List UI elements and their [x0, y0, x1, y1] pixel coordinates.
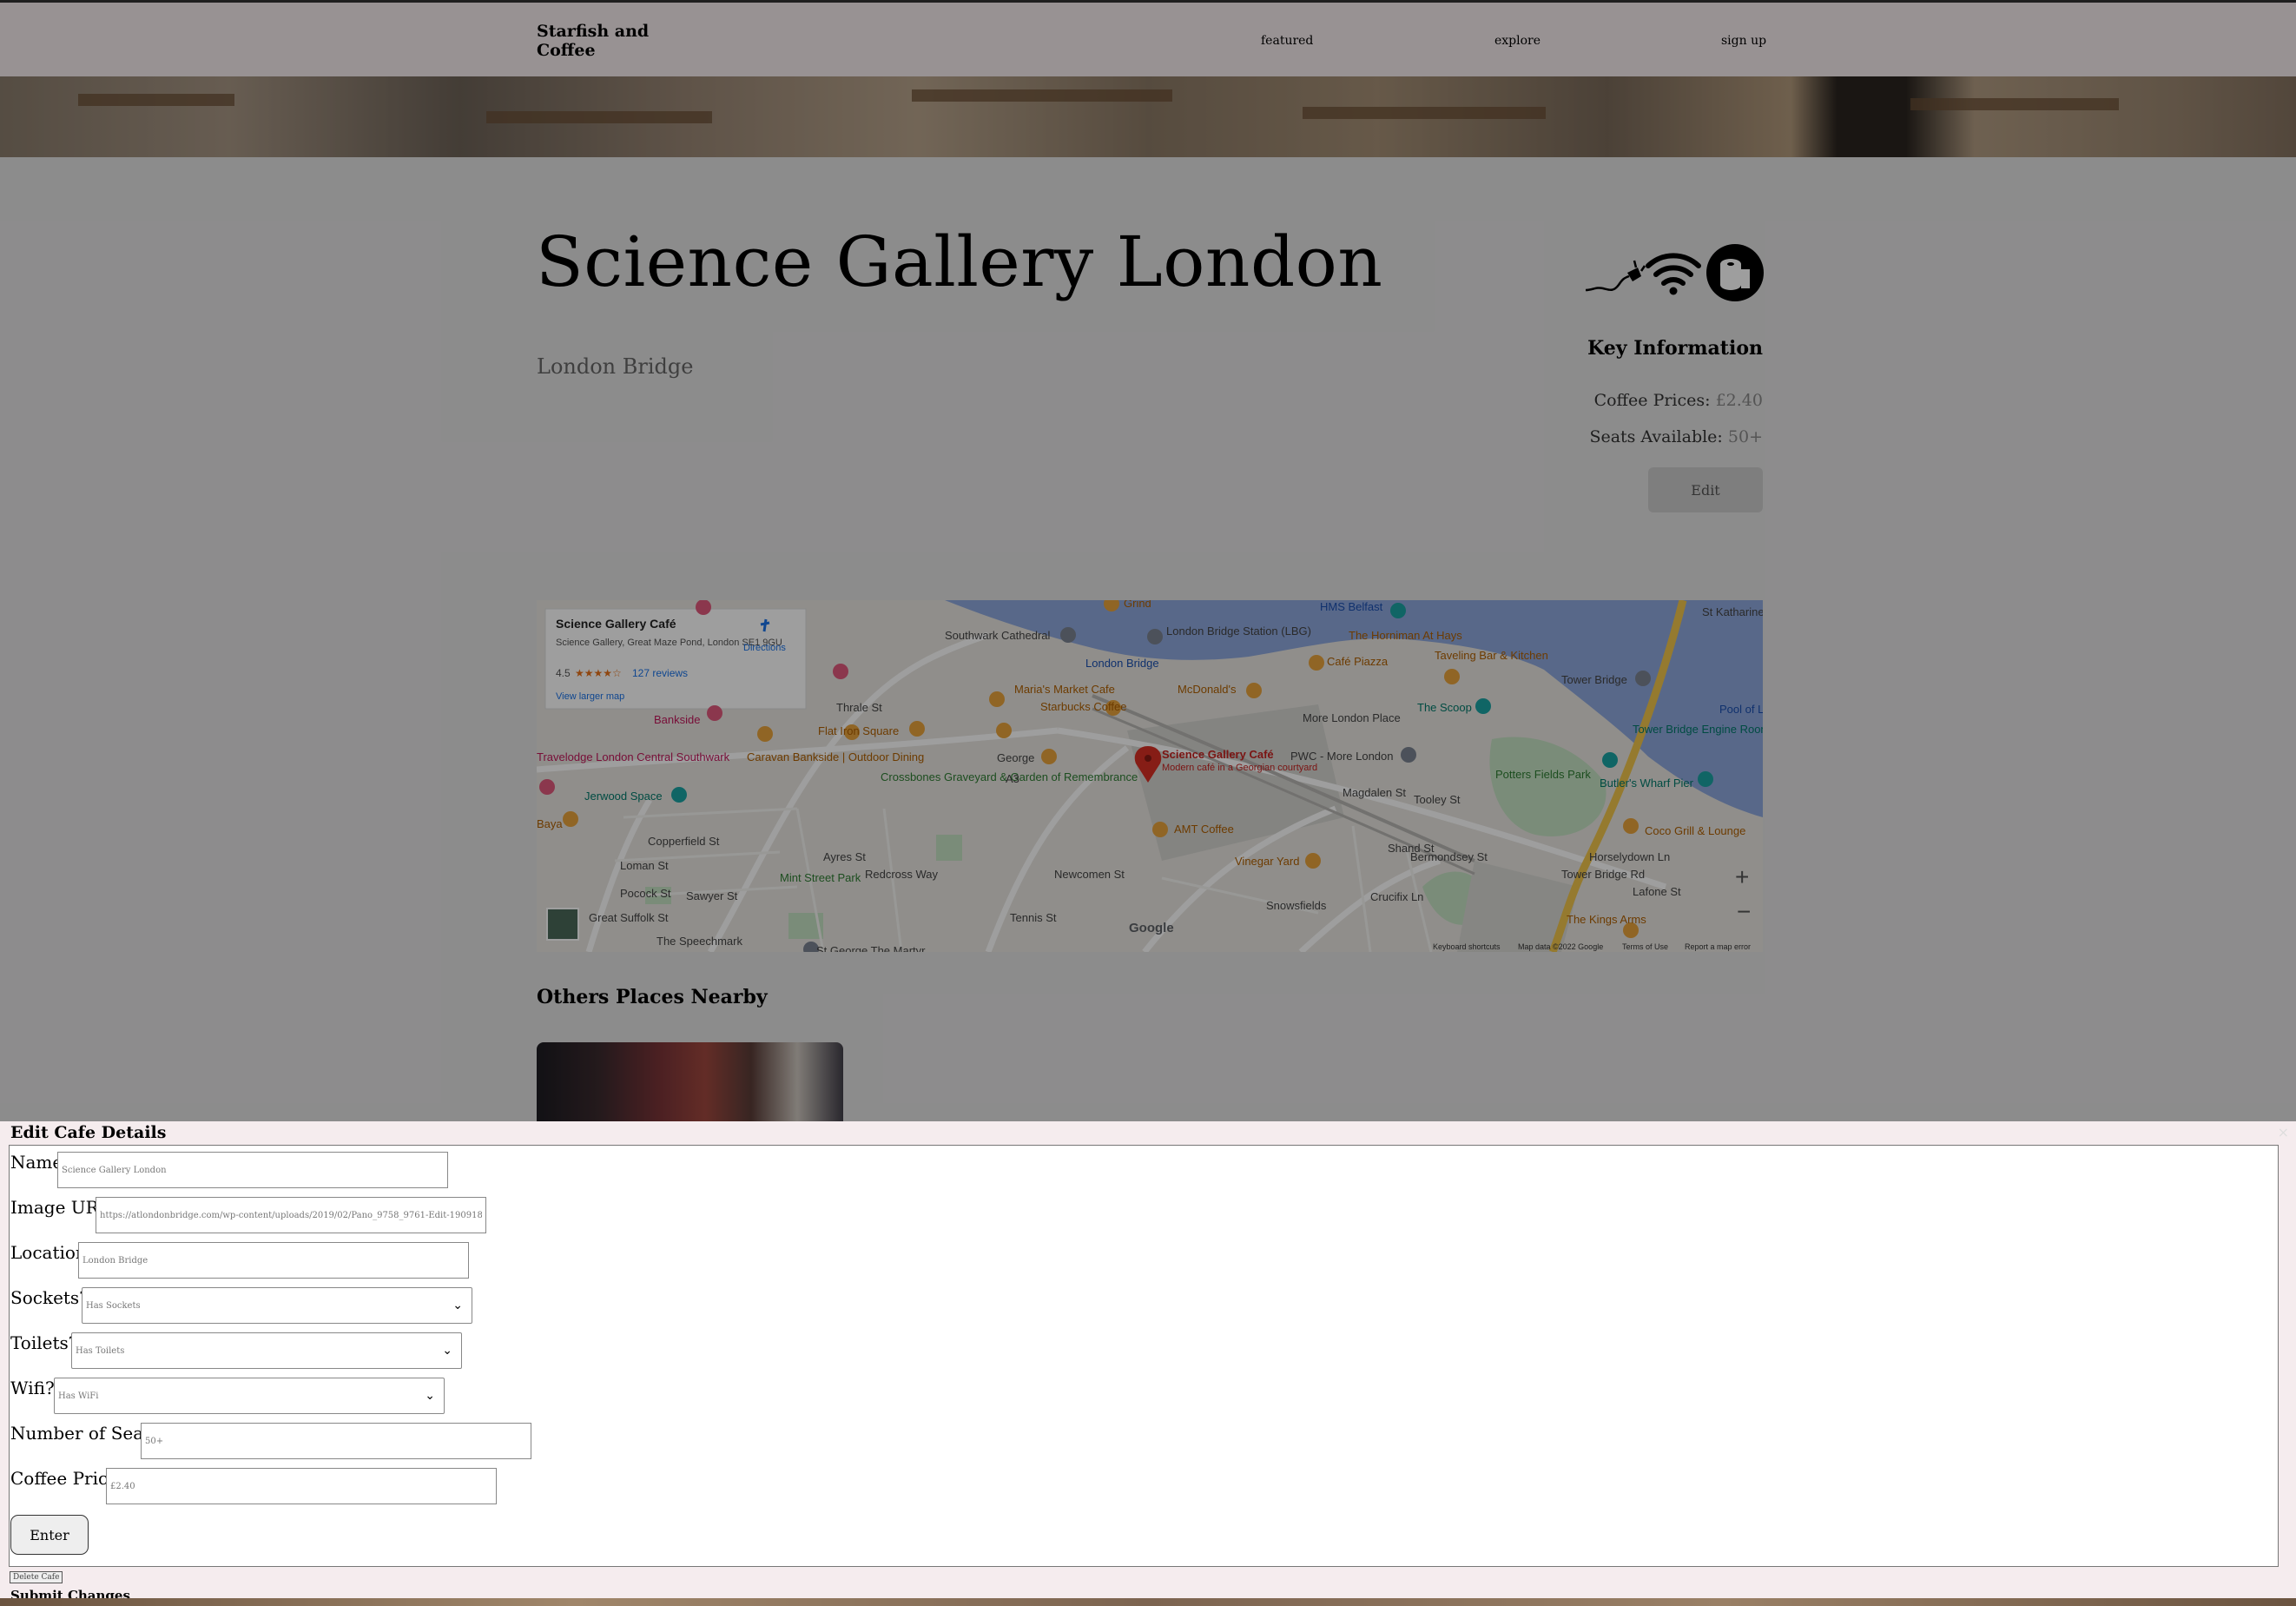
modal-backdrop[interactable]	[0, 0, 2296, 1121]
name-label: Name	[10, 1152, 63, 1173]
delete-cafe-button[interactable]: Delete Cafe	[10, 1571, 63, 1583]
sockets-selected: Has Sockets	[86, 1300, 141, 1311]
sockets-label: Sockets?	[10, 1287, 89, 1308]
sockets-select[interactable]: Has Sockets ⌄	[82, 1287, 472, 1324]
price-label: Coffee Price	[10, 1468, 119, 1489]
location-input[interactable]	[78, 1242, 469, 1279]
enter-button[interactable]: Enter	[10, 1515, 89, 1555]
wifi-selected: Has WiFi	[58, 1391, 99, 1401]
name-input[interactable]	[57, 1152, 448, 1188]
chevron-down-icon: ⌄	[452, 1299, 463, 1312]
background-image-strip	[0, 1598, 2296, 1606]
chevron-down-icon: ⌄	[425, 1389, 435, 1403]
modal-title: Edit Cafe Details	[10, 1123, 167, 1142]
toilets-label: Toilets?	[10, 1332, 78, 1353]
wifi-label: Wifi?	[10, 1378, 55, 1398]
wifi-select[interactable]: Has WiFi ⌄	[54, 1378, 445, 1414]
seats-input[interactable]	[141, 1423, 531, 1459]
image-url-input[interactable]	[96, 1197, 486, 1233]
chevron-down-icon: ⌄	[442, 1344, 452, 1358]
price-input[interactable]	[106, 1468, 497, 1504]
close-icon[interactable]: ×	[2278, 1124, 2289, 1140]
seats-label: Number of Seats	[10, 1423, 160, 1444]
toilets-select[interactable]: Has Toilets ⌄	[71, 1332, 462, 1369]
location-label: Location	[10, 1242, 87, 1263]
toilets-selected: Has Toilets	[76, 1345, 125, 1356]
